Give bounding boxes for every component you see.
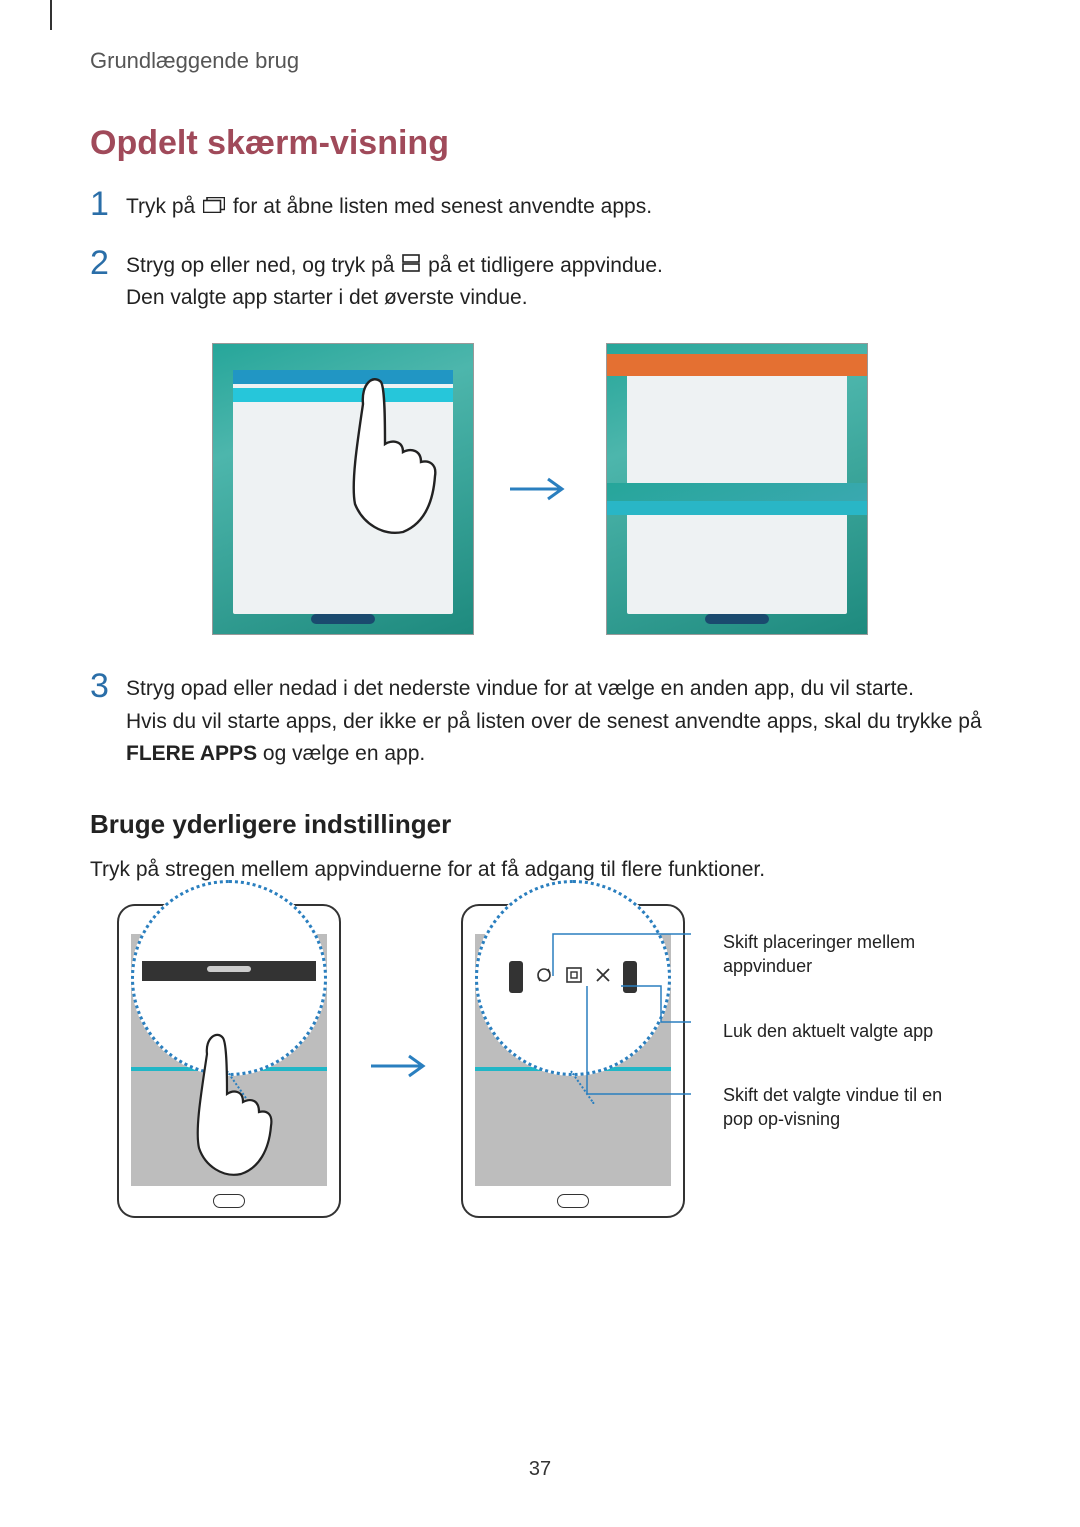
- close-icon: [594, 966, 612, 989]
- step-number: 1: [90, 187, 126, 221]
- callout-popup: Skift det valgte vindue til en pop op-vi…: [723, 1083, 963, 1132]
- popup-icon: [565, 966, 583, 989]
- device-right-wrapper: [461, 904, 685, 1218]
- step-number: 3: [90, 669, 126, 703]
- figure-row-1: [90, 343, 990, 635]
- step-text-pre: Tryk på: [126, 195, 201, 218]
- recent-apps-icon: [203, 191, 225, 224]
- step-3: 3 Stryg opad eller nedad i det nederste …: [90, 673, 990, 771]
- step-text-line1: Stryg opad eller nedad i det nederste vi…: [126, 677, 914, 700]
- sub-heading: Bruge yderligere indstillinger: [90, 809, 990, 840]
- step-text-post: for at åbne listen med senest anvendte a…: [233, 195, 652, 218]
- section-title: Opdelt skærm-visning: [90, 124, 990, 163]
- figure-left: [212, 343, 474, 635]
- split-window-icon: [402, 250, 420, 283]
- page-header: Grundlæggende brug: [90, 48, 990, 74]
- step-1: 1 Tryk på for at åbne listen med senest …: [90, 191, 990, 224]
- hand-gesture-icon: [177, 1024, 287, 1184]
- hand-gesture-icon: [333, 364, 463, 544]
- step-text-pre: Stryg op eller ned, og tryk på: [126, 254, 400, 277]
- arrow-right-icon: [371, 1054, 431, 1078]
- callouts: Skift placeringer mellem appvinduer Luk …: [723, 930, 963, 1131]
- figure-right: [606, 343, 868, 635]
- figure-row-2: Skift placeringer mellem appvinduer Luk …: [90, 904, 990, 1218]
- zoom-circle-controls: [475, 880, 671, 1076]
- callout-close: Luk den aktuelt valgte app: [723, 1019, 963, 1043]
- arrow-right-icon: [510, 477, 570, 501]
- step-number: 2: [90, 246, 126, 280]
- step-text-line2a: Hvis du vil starte apps, der ikke er på …: [126, 710, 982, 733]
- step-text-line2: Den valgte app starter i det øverste vin…: [126, 286, 528, 309]
- page-number: 37: [529, 1458, 551, 1481]
- device-left-wrapper: [117, 904, 341, 1218]
- bold-label: FLERE APPS: [126, 742, 257, 765]
- swap-icon: [534, 965, 554, 990]
- step-text-line2b: og vælge en app.: [257, 742, 425, 765]
- step-text-post: på et tidligere appvindue.: [428, 254, 663, 277]
- callout-swap: Skift placeringer mellem appvinduer: [723, 930, 963, 979]
- step-2: 2 Stryg op eller ned, og tryk på på et t…: [90, 250, 990, 315]
